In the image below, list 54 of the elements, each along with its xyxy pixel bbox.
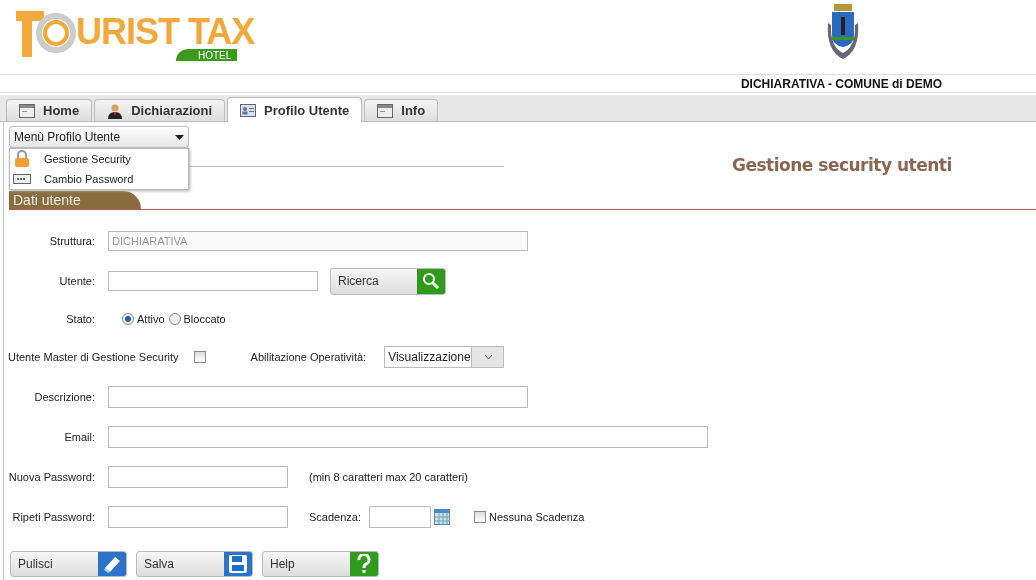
action-button[interactable]: Help — [262, 551, 379, 577]
caret-icon — [175, 134, 184, 140]
field-label: Nuova Password: — [7, 471, 95, 483]
section-title: Gestione security utenti — [732, 155, 952, 175]
logo-badge: HOTEL — [176, 49, 238, 61]
radio-button[interactable] — [122, 313, 134, 325]
password-field[interactable] — [108, 466, 288, 488]
menu-item[interactable]: Gestione Security — [10, 149, 188, 169]
section-heading: Dati utente — [9, 191, 141, 209]
tab[interactable]: Home — [6, 99, 93, 121]
action-button[interactable]: Pulisci — [10, 551, 127, 577]
field-label: Stato: — [65, 313, 95, 325]
user-field[interactable] — [108, 271, 318, 291]
checkbox[interactable] — [474, 511, 486, 523]
eraser-icon — [102, 554, 122, 574]
radio-button[interactable] — [168, 313, 181, 325]
checkbox[interactable] — [193, 351, 206, 363]
field-label: Utente Master di Gestione Security — [8, 351, 179, 363]
logo-text: URIST TAX — [76, 15, 255, 49]
field-label: Struttura: — [48, 235, 95, 247]
id-card-icon — [240, 103, 257, 117]
page-title: DICHIARATIVA - COMUNE di DEMO — [740, 76, 942, 91]
email-field[interactable] — [108, 426, 708, 448]
help-icon — [357, 554, 371, 574]
search-button[interactable]: Ricerca — [330, 267, 446, 295]
menu-dropdown[interactable]: Menù Profilo Utente — [9, 126, 189, 148]
save-icon — [228, 554, 248, 574]
tab[interactable]: Dichiarazioni — [94, 99, 226, 121]
lock-icon — [13, 150, 31, 168]
field-label: Scadenza: — [309, 511, 361, 523]
tab[interactable]: Info — [364, 99, 439, 121]
person-icon — [107, 102, 124, 119]
tab[interactable]: Profilo Utente — [227, 97, 363, 122]
field-label: Utente: — [58, 275, 95, 287]
window-icon — [19, 103, 35, 118]
radio-label: Attivo — [137, 313, 165, 325]
password-icon — [13, 174, 31, 184]
repeat-password-field[interactable] — [108, 506, 288, 528]
window-icon — [377, 103, 394, 118]
expiry-date-field[interactable] — [369, 506, 431, 528]
calendar-icon[interactable] — [434, 509, 450, 525]
radio-label: Bloccato — [183, 313, 226, 325]
field-label: Ripeti Password: — [11, 511, 95, 523]
field-label: Abilitazione Operatività: — [250, 351, 367, 363]
description-field[interactable] — [108, 386, 528, 408]
operativity-select[interactable]: Visualizzazione — [384, 346, 505, 368]
field-label: Email: — [63, 431, 95, 443]
checkbox-label: Nessuna Scadenza — [489, 511, 585, 523]
search-icon — [422, 272, 440, 290]
menu-item[interactable]: Cambio Password — [10, 169, 188, 189]
chevron-icon — [485, 355, 493, 359]
action-button[interactable]: Salva — [136, 551, 253, 577]
field-label: Descrizione: — [33, 391, 95, 403]
password-hint: (min 8 caratteri max 20 caratteri) — [309, 471, 468, 483]
